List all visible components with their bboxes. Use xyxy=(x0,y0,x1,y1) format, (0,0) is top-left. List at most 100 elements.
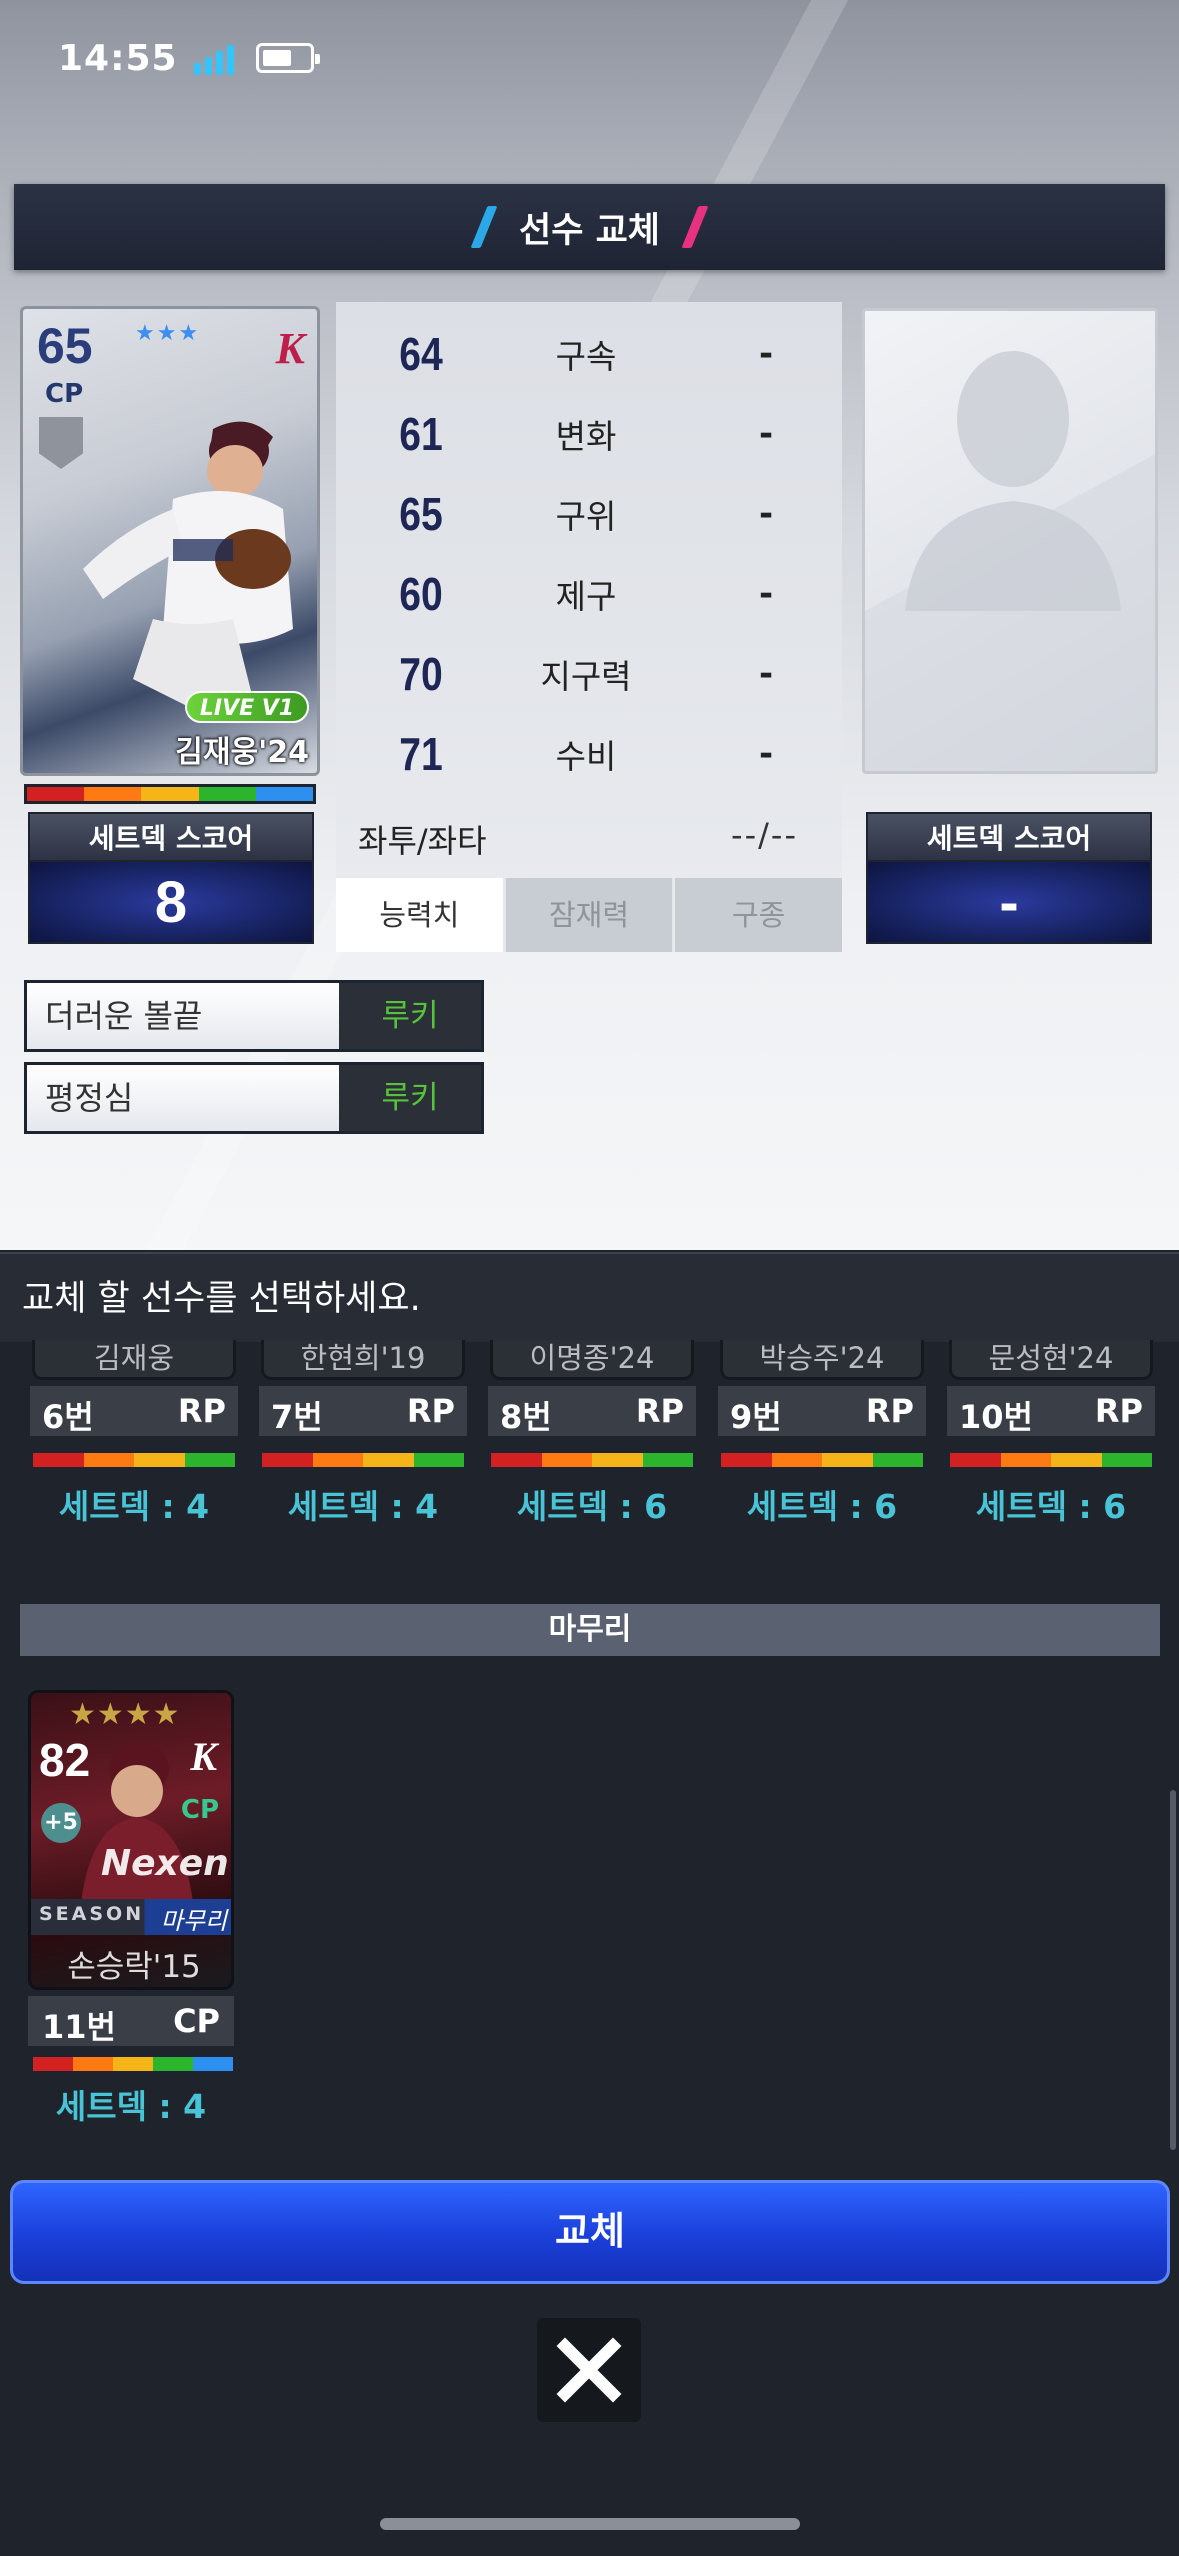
stat-value: 65 xyxy=(399,488,443,540)
rating-bar xyxy=(30,2054,236,2074)
roster-position: RP xyxy=(635,1392,684,1430)
roster-player-name: 한현희'19 xyxy=(261,1340,465,1380)
player-photo xyxy=(83,421,293,709)
player-name: 김재웅'24 xyxy=(175,735,309,770)
status-bar: 14:55 xyxy=(58,30,320,86)
rating-bar xyxy=(488,1450,696,1470)
roster-set-deck: 세트덱 : 6 xyxy=(746,1487,898,1526)
roster-item[interactable]: 한현희'19 7번 RP 세트덱 : 4 xyxy=(259,1340,467,1526)
ability-row: 평정심 루키 xyxy=(24,1062,484,1134)
stat-value: 61 xyxy=(399,408,443,460)
set-deck-score-label: 세트덱 스코어 xyxy=(866,812,1152,862)
rating-bar xyxy=(259,1450,467,1470)
stat-value: 70 xyxy=(399,648,443,700)
stat-tabs: 능력치 잠재력 구종 xyxy=(336,878,843,952)
tab-abilities[interactable]: 능력치 xyxy=(336,878,503,952)
replace-button[interactable]: 교체 xyxy=(10,2180,1170,2284)
title-bar: 선수 교체 xyxy=(14,184,1165,270)
close-icon xyxy=(556,2337,622,2403)
roster-position: RP xyxy=(865,1392,914,1430)
stat-compare: - xyxy=(758,414,774,454)
closer-player-card[interactable]: ★★★★ 82 +5 K CP Nexen SEASON 마무리 손승락'15 xyxy=(28,1690,234,1990)
stat-name: 수비 xyxy=(555,737,617,776)
stat-row: 71 수비 - xyxy=(336,714,842,794)
status-time: 14:55 xyxy=(58,37,178,79)
roster-item[interactable]: 박승주'24 9번 RP 세트덱 : 6 xyxy=(718,1340,926,1526)
ability-grade: 루키 xyxy=(339,1065,481,1131)
team-logo-icon: K xyxy=(275,324,305,373)
sponsor-logo: Nexen xyxy=(101,1843,229,1884)
stat-row: 70 지구력 - xyxy=(336,634,842,714)
stat-value: 64 xyxy=(399,328,443,380)
live-badge: LIVE V1 xyxy=(185,691,309,723)
stat-row: 65 구위 - xyxy=(336,474,842,554)
roster-player-name: 문성현'24 xyxy=(949,1340,1153,1380)
stat-compare: - xyxy=(758,334,774,374)
roster-set-deck: 세트덱 : 4 xyxy=(287,1487,439,1526)
handedness-row: 좌투/좌타 --/-- xyxy=(336,802,842,872)
current-set-deck-score: 세트덱 스코어 8 xyxy=(28,812,314,944)
slash-pink-icon xyxy=(681,206,709,248)
roster-position: CP xyxy=(173,2002,220,2040)
star-rating-icon: ★★★★ xyxy=(69,1697,181,1732)
roster-number-row: 9번 RP xyxy=(718,1386,926,1436)
roster-number: 11번 xyxy=(42,2008,116,2046)
season-label: SEASON xyxy=(39,1903,145,1925)
rating-bar xyxy=(947,1450,1155,1470)
ability-name: 평정심 xyxy=(27,1065,339,1131)
stat-name: 변화 xyxy=(555,417,617,456)
stats-panel: 64 구속 - 61 변화 - 65 구위 - 60 제구 - 70 지구력 -… xyxy=(336,302,843,952)
rating-bar xyxy=(30,1450,238,1470)
roster-player-name: 김재웅 xyxy=(32,1340,236,1380)
roster-position: RP xyxy=(1094,1392,1143,1430)
set-deck-score-value: - xyxy=(866,862,1152,944)
roster-position: RP xyxy=(177,1392,226,1430)
home-indicator xyxy=(380,2518,800,2530)
replacement-set-deck-score: 세트덱 스코어 - xyxy=(866,812,1152,944)
roster-number-row: 7번 RP xyxy=(259,1386,467,1436)
roster-item[interactable]: 이명종'24 8번 RP 세트덱 : 6 xyxy=(488,1340,696,1526)
roster-number: 9번 xyxy=(730,1398,782,1436)
stat-value: 71 xyxy=(399,728,443,780)
star-rating-icon: ★★★ xyxy=(135,321,201,346)
rating-bar xyxy=(718,1450,926,1470)
stat-row: 61 변화 - xyxy=(336,394,842,474)
roster-item[interactable]: 김재웅 6번 RP 세트덱 : 4 xyxy=(30,1340,238,1526)
rating-bar xyxy=(24,784,316,804)
stat-name: 제구 xyxy=(555,577,617,616)
player-overall: 65 xyxy=(37,318,93,374)
stat-compare: - xyxy=(758,654,774,694)
roster-player-name: 이명종'24 xyxy=(490,1340,694,1380)
roster-number-row: 6번 RP xyxy=(30,1386,238,1436)
stat-row: 60 제구 - xyxy=(336,554,842,634)
scrollbar[interactable] xyxy=(1170,1790,1176,2150)
roster-set-deck: 세트덱 : 6 xyxy=(516,1487,668,1526)
stat-row: 64 구속 - xyxy=(336,314,842,394)
handedness-value: --/-- xyxy=(731,816,798,854)
roster-item[interactable]: 문성현'24 10번 RP 세트덱 : 6 xyxy=(947,1340,1155,1526)
roster-player-name: 박승주'24 xyxy=(720,1340,924,1380)
closer-number-row: 11번 CP xyxy=(28,1996,234,2046)
roster-number-row: 8번 RP xyxy=(488,1386,696,1436)
signal-icon xyxy=(193,41,234,75)
stat-compare: - xyxy=(758,734,774,774)
player-name: 손승락'15 xyxy=(67,1949,201,1985)
set-deck-score-label: 세트덱 스코어 xyxy=(28,812,314,862)
current-player-card[interactable]: 65 CP ★★★ K LIVE V1 김재웅'24 xyxy=(20,306,320,776)
tab-potential[interactable]: 잠재력 xyxy=(502,878,673,952)
season-strip: SEASON 마무리 xyxy=(31,1899,231,1935)
roster-number: 8번 xyxy=(500,1398,552,1436)
roster-set-deck: 세트덱 : 6 xyxy=(975,1487,1127,1526)
stat-name: 구위 xyxy=(555,497,617,536)
stat-compare: - xyxy=(758,574,774,614)
roster-number: 7번 xyxy=(271,1398,323,1436)
close-button[interactable] xyxy=(537,2318,641,2422)
stat-compare: - xyxy=(758,494,774,534)
closer-set-deck: 세트덱 : 4 xyxy=(55,2087,207,2126)
tab-pitch-types[interactable]: 구종 xyxy=(672,878,843,952)
silhouette-icon xyxy=(865,351,1155,771)
roster-set-deck: 세트덱 : 4 xyxy=(58,1487,210,1526)
section-header-closer: 마무리 xyxy=(20,1604,1160,1656)
stat-name: 구속 xyxy=(555,337,617,376)
stat-value: 60 xyxy=(399,568,443,620)
